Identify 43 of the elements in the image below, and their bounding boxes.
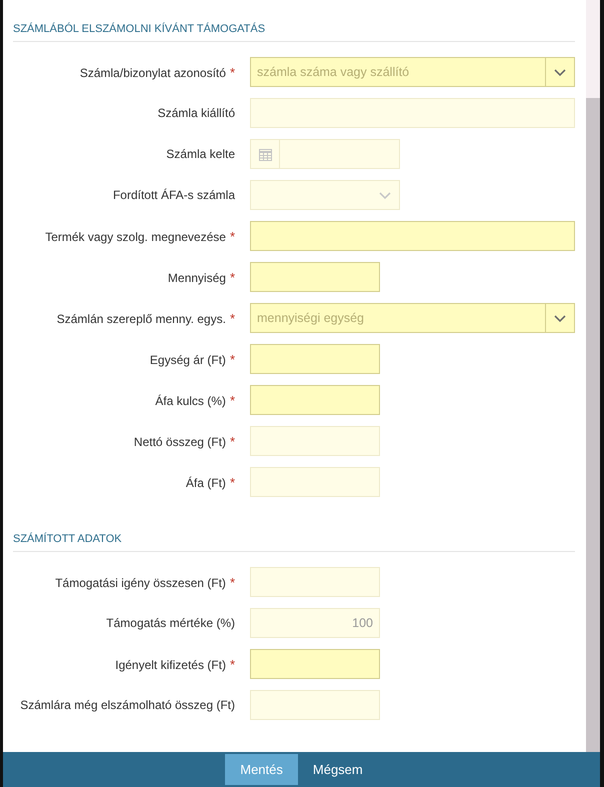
select-field[interactable]: számla száma vagy szállító bbox=[250, 57, 545, 87]
select-field[interactable]: mennyiségi egység bbox=[250, 303, 545, 333]
field-label: Számlára még elszámolható összeg (Ft) bbox=[20, 698, 235, 712]
date-picker-button[interactable] bbox=[250, 139, 280, 169]
field-label: Fordított ÁFA-s számla bbox=[112, 188, 235, 202]
field-label: Támogatás mértéke (%) bbox=[106, 616, 235, 630]
field-label: Igényelt kifizetés (Ft) bbox=[115, 658, 226, 672]
required-mark: * bbox=[230, 228, 235, 244]
required-mark: * bbox=[230, 392, 235, 408]
required-mark: * bbox=[230, 352, 235, 366]
dropdown-button[interactable] bbox=[545, 57, 575, 87]
input-field[interactable] bbox=[250, 385, 380, 415]
required-mark: * bbox=[230, 310, 235, 326]
required-mark: * bbox=[230, 474, 235, 490]
field-label: Számla/bizonylat azonosító bbox=[80, 66, 226, 80]
field-label: Áfa kulcs (%) bbox=[155, 394, 226, 408]
input-field[interactable] bbox=[250, 344, 380, 374]
field-label: Áfa (Ft) bbox=[186, 476, 226, 490]
field-label: Számla kelte bbox=[166, 147, 235, 161]
dropdown-button[interactable] bbox=[545, 303, 575, 333]
field-label: Nettó összeg (Ft) bbox=[134, 434, 226, 448]
input-field[interactable] bbox=[250, 262, 380, 292]
required-mark: * bbox=[230, 656, 235, 672]
calendar-icon bbox=[258, 148, 272, 160]
section-heading: SZÁMLÁBÓL ELSZÁMOLNI KÍVÁNT TÁMOGATÁS bbox=[13, 22, 266, 37]
required-mark: * bbox=[230, 434, 235, 448]
field-label: Mennyiség bbox=[168, 270, 226, 284]
field-label: Számla kiállító bbox=[158, 106, 235, 120]
field-label: Egység ár (Ft) bbox=[150, 352, 226, 366]
field-label: Támogatási igény összesen (Ft) bbox=[55, 576, 226, 590]
required-mark: * bbox=[230, 574, 235, 590]
input-field[interactable] bbox=[250, 221, 575, 251]
chevron-down-icon bbox=[379, 192, 391, 198]
save-button[interactable]: Mentés bbox=[225, 754, 298, 785]
required-mark: * bbox=[230, 64, 235, 80]
chevron-down-icon bbox=[554, 68, 566, 76]
input-field[interactable] bbox=[250, 649, 380, 679]
section-heading: SZÁMÍTOTT ADATOK bbox=[13, 532, 122, 547]
chevron-down-icon bbox=[554, 314, 566, 322]
cancel-button[interactable]: Mégsem bbox=[298, 754, 378, 785]
field-label: Termék vagy szolg. megnevezése bbox=[45, 230, 226, 244]
required-mark: * bbox=[230, 270, 235, 284]
field-label: Számlán szereplő menny. egys. bbox=[56, 312, 226, 326]
